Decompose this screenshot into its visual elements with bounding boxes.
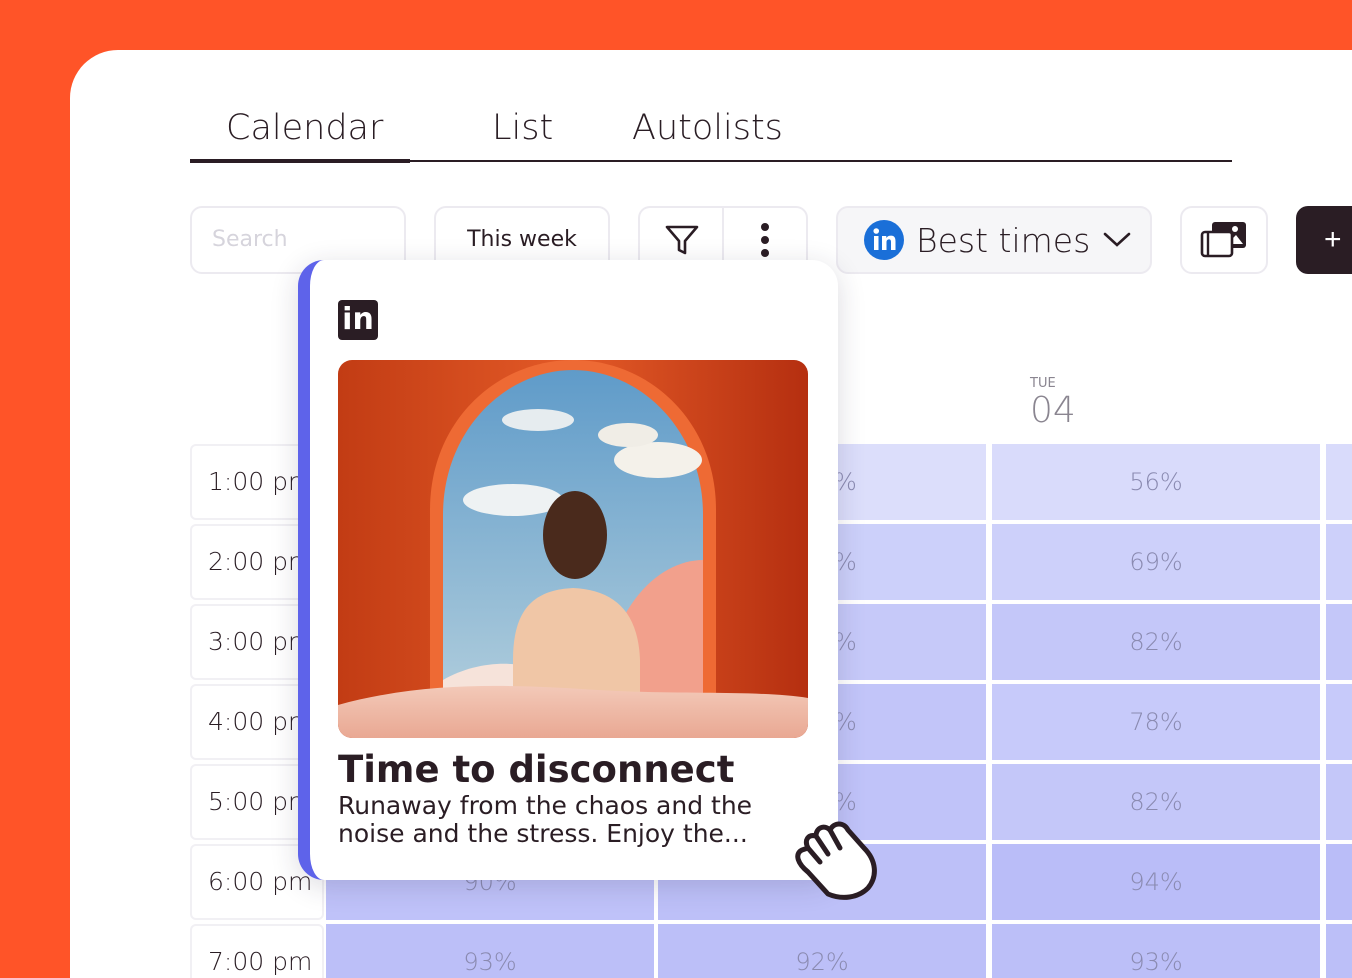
heat-cell[interactable]: 78% (992, 684, 1320, 760)
media-library-button[interactable] (1180, 206, 1268, 274)
post-image (338, 360, 808, 738)
hand-cursor-icon (795, 821, 877, 900)
heat-cell[interactable] (1326, 604, 1352, 680)
filter-icon (665, 225, 699, 255)
heat-cell[interactable] (1326, 924, 1352, 978)
heat-cell[interactable] (1326, 764, 1352, 840)
heat-cell[interactable]: 93% (992, 924, 1320, 978)
heat-cell[interactable]: 82% (992, 604, 1320, 680)
post-excerpt: Runaway from the chaos and the noise and… (338, 791, 753, 848)
tab-autolists[interactable]: Autolists (632, 106, 783, 162)
heat-cell[interactable]: 94% (992, 844, 1320, 920)
heat-cell[interactable] (1326, 444, 1352, 520)
more-vertical-icon (761, 223, 769, 257)
day-number: 04 (1030, 390, 1076, 431)
best-times-dropdown[interactable]: Best times (836, 206, 1152, 274)
heat-cell[interactable] (1326, 684, 1352, 760)
day-name: TUE (1030, 376, 1056, 391)
heat-cell[interactable]: 82% (992, 764, 1320, 840)
chevron-down-icon (1103, 232, 1131, 247)
heat-cell[interactable]: 56% (992, 444, 1320, 520)
tab-list[interactable]: List (492, 106, 553, 162)
view-tabs: Calendar List Autolists (190, 106, 1232, 163)
best-times-label: Best times (916, 220, 1091, 260)
linkedin-icon: in (338, 300, 378, 340)
post-preview-card[interactable]: in Time to disconnect Runaway from the c… (298, 260, 838, 880)
media-library-icon (1200, 222, 1246, 258)
heat-cell[interactable]: 93% (326, 924, 654, 978)
add-post-button[interactable]: + (1296, 206, 1352, 274)
heat-cell[interactable]: 69% (992, 524, 1320, 600)
heat-cell[interactable] (1326, 524, 1352, 600)
heat-cell[interactable]: 92% (658, 924, 986, 978)
heat-cell[interactable] (1326, 844, 1352, 920)
linkedin-icon (864, 220, 904, 260)
time-slot-label: 7:00 pm (190, 924, 324, 978)
tab-calendar[interactable]: Calendar (190, 106, 410, 163)
post-title: Time to disconnect (338, 748, 735, 791)
app-panel: Calendar List Autolists Search This week… (70, 50, 1352, 978)
